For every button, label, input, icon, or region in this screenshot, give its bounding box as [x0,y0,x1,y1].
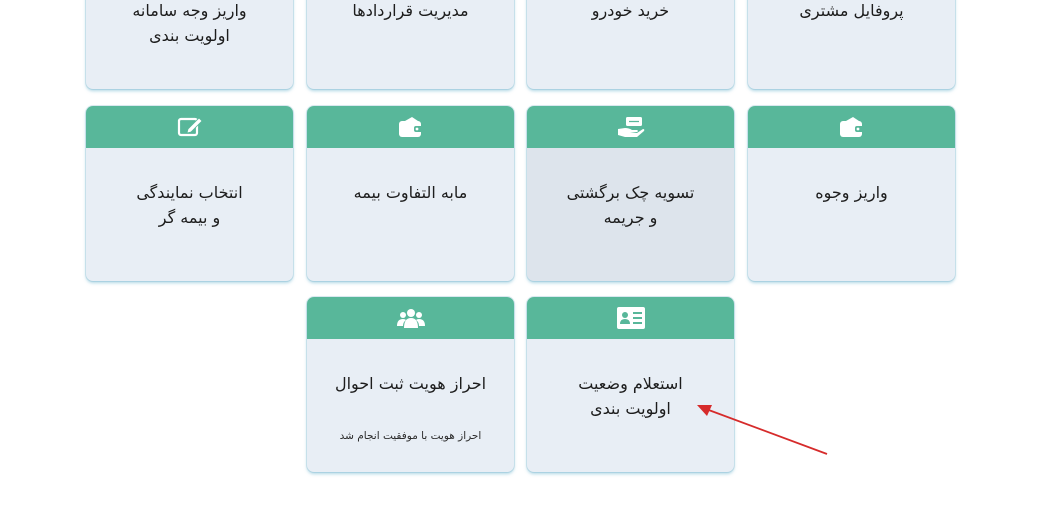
annotation-arrow [697,405,828,455]
services-grid: واریز وجه سامانه اولویت بندی مدیریت قرار… [0,0,1043,508]
